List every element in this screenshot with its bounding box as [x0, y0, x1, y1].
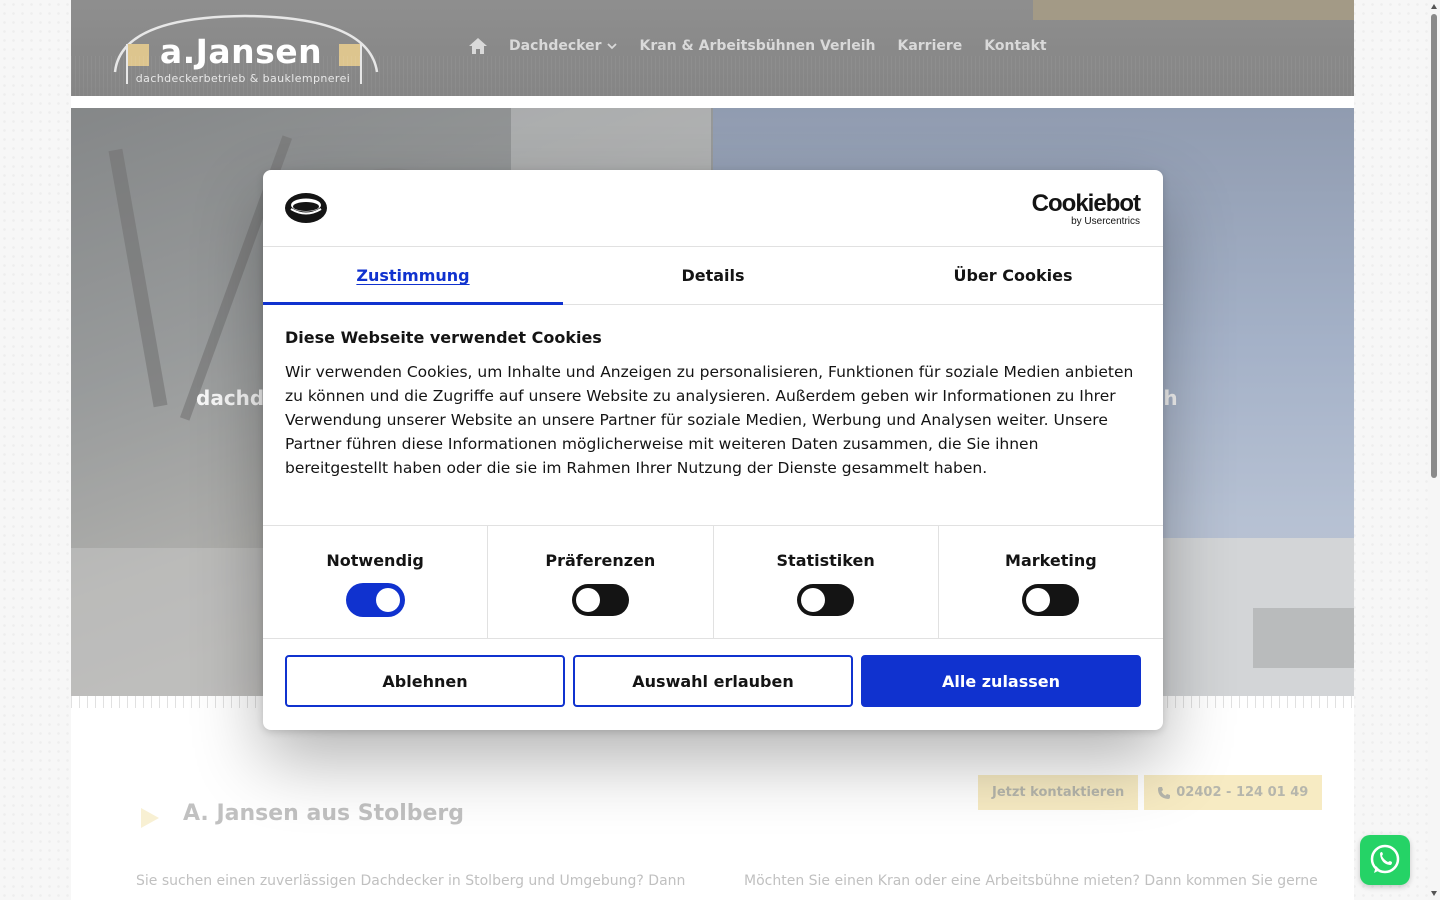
nav-item-karriere[interactable]: Karriere — [897, 38, 962, 54]
cookie-dialog-header: Cookiebot by Usercentrics — [263, 170, 1163, 247]
nav-item-dachdecker[interactable]: Dachdecker — [509, 38, 618, 54]
tab-ueber-cookies[interactable]: Über Cookies — [863, 247, 1163, 304]
logo-subtitle: dachdeckerbetrieb & bauklempnerei — [135, 72, 351, 85]
page-scrollbar[interactable] — [1428, 0, 1440, 900]
category-praeferenzen: Präferenzen — [488, 526, 714, 638]
cookie-tabs: Zustimmung Details Über Cookies — [263, 247, 1163, 305]
category-label: Präferenzen — [545, 551, 656, 570]
category-notwendig: Notwendig — [263, 526, 489, 638]
nav-item-kontakt[interactable]: Kontakt — [984, 38, 1046, 54]
cookiebot-brand-name: Cookiebot — [1031, 190, 1141, 217]
cookie-categories: Notwendig Präferenzen Statistiken Market… — [263, 525, 1163, 639]
toggle-praeferenzen[interactable] — [571, 584, 629, 616]
scrollbar-thumb[interactable] — [1431, 14, 1437, 478]
toggle-marketing[interactable] — [1022, 584, 1080, 616]
cookie-actions: Ablehnen Auswahl erlauben Alle zulassen — [285, 655, 1141, 707]
tab-zustimmung[interactable]: Zustimmung — [263, 247, 563, 305]
whatsapp-icon — [1370, 844, 1400, 874]
main-nav: Dachdecker Kran & Arbeitsbühnen Verleih … — [469, 38, 1047, 54]
category-label: Marketing — [1005, 551, 1097, 570]
cookie-dialog-body: Diese Webseite verwendet Cookies Wir ver… — [285, 328, 1141, 480]
cookiebot-brand-sub: by Usercentrics — [1071, 216, 1140, 227]
category-label: Notwendig — [326, 551, 424, 570]
cookie-dialog-title: Diese Webseite verwendet Cookies — [285, 328, 602, 347]
category-statistiken: Statistiken — [714, 526, 939, 638]
chevron-down-icon — [607, 43, 618, 50]
cookie-dialog-text: Wir verwenden Cookies, um Inhalte und An… — [285, 363, 1134, 477]
cookiebot-brand[interactable]: Cookiebot by Usercentrics — [1031, 190, 1141, 228]
cookiebot-logo-icon — [285, 193, 327, 223]
nav-item-kran-verleih[interactable]: Kran & Arbeitsbühnen Verleih — [639, 38, 875, 54]
whatsapp-chat-button[interactable] — [1360, 835, 1410, 885]
logo-name: a.Jansen — [159, 32, 323, 71]
cookie-dialog: Cookiebot by Usercentrics Zustimmung Det… — [263, 170, 1163, 730]
scroll-down-icon[interactable] — [1431, 891, 1437, 896]
category-marketing: Marketing — [939, 526, 1163, 638]
allow-selection-button[interactable]: Auswahl erlauben — [573, 655, 853, 707]
nav-item-label: Dachdecker — [509, 38, 602, 54]
toggle-statistiken[interactable] — [797, 584, 855, 616]
tab-details[interactable]: Details — [563, 247, 863, 304]
allow-all-button[interactable]: Alle zulassen — [861, 655, 1141, 707]
category-label: Statistiken — [776, 551, 875, 570]
scroll-up-icon[interactable] — [1431, 4, 1437, 9]
decline-button[interactable]: Ablehnen — [285, 655, 565, 707]
home-icon[interactable] — [469, 38, 487, 54]
toggle-notwendig[interactable] — [346, 584, 404, 616]
